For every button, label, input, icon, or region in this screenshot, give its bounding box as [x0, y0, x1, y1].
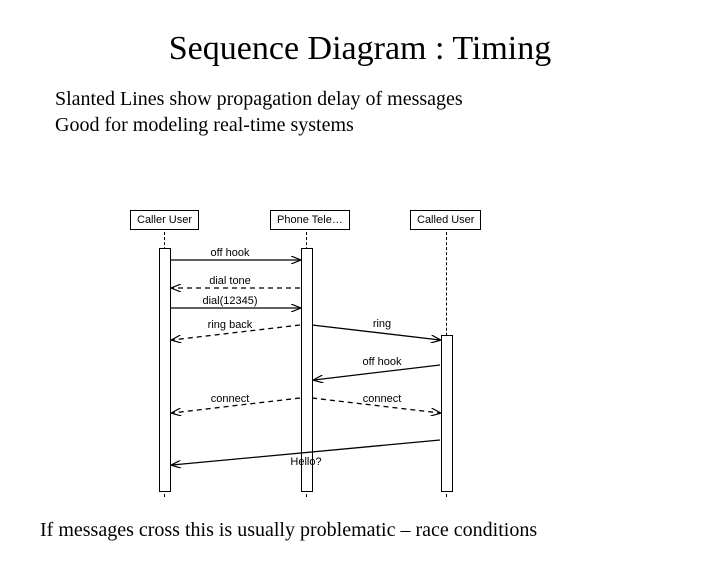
sequence-diagram: Caller User Phone Tele… Called User off … — [130, 210, 560, 505]
msg-ring: ring — [373, 318, 391, 330]
msg-off-hook-2: off hook — [363, 356, 402, 368]
msg-connect-right: connect — [363, 393, 402, 405]
messages-svg: off hook dial tone dial(12345) ring back… — [130, 210, 560, 505]
msg-off-hook: off hook — [211, 247, 250, 259]
msg-hello: Hello? — [290, 456, 321, 468]
subtitle: Slanted Lines show propagation delay of … — [55, 86, 720, 138]
subtitle-line1: Slanted Lines show propagation delay of … — [55, 88, 463, 110]
footnote: If messages cross this is usually proble… — [40, 519, 537, 542]
msg-dial: dial(12345) — [202, 295, 257, 307]
msg-dial-tone: dial tone — [209, 275, 251, 287]
msg-ring-back: ring back — [208, 319, 253, 331]
subtitle-line2: Good for modeling real-time systems — [55, 114, 354, 136]
page-title: Sequence Diagram : Timing — [0, 30, 720, 68]
msg-connect-left: connect — [211, 393, 250, 405]
